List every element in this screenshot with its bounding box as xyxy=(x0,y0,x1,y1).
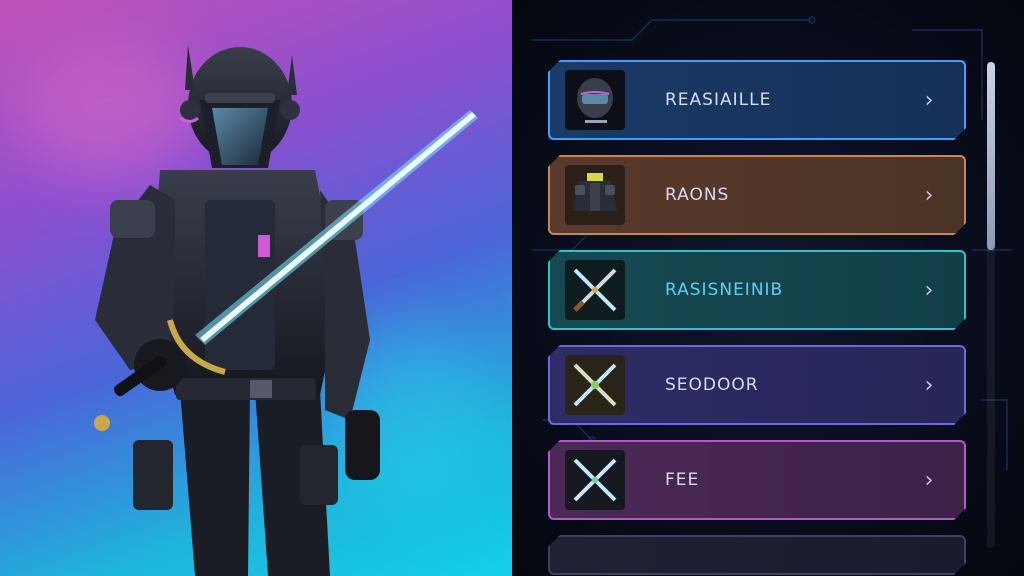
loadout-item-label: SEODOOR xyxy=(665,375,759,395)
loadout-item-label: REASIAILLE xyxy=(665,90,772,110)
loadout-item-label: RAONS xyxy=(665,185,730,205)
chevron-right-icon: › xyxy=(924,467,934,493)
game-loadout-screen: REASIAILLE › RAONS › RASISNEINIB › SEODO… xyxy=(0,0,1024,576)
loadout-item-label: FEE xyxy=(665,470,700,490)
loadout-item-label: RASISNEINIB xyxy=(665,280,784,300)
chevron-right-icon: › xyxy=(924,372,934,398)
crossed-swords-icon xyxy=(565,450,625,510)
armor-icon xyxy=(565,165,625,225)
helmet-icon xyxy=(565,70,625,130)
character-figure xyxy=(94,45,478,576)
loadout-item-armor[interactable]: RAONS › xyxy=(548,155,966,235)
loadout-item-swords[interactable]: FEE › xyxy=(548,440,966,520)
chevron-right-icon: › xyxy=(924,182,934,208)
chevron-right-icon: › xyxy=(924,277,934,303)
loadout-item-swords[interactable]: RASISNEINIB › xyxy=(548,250,966,330)
crossed-swords-icon xyxy=(565,260,625,320)
loadout-item-partial[interactable] xyxy=(548,535,966,575)
character-preview xyxy=(0,0,512,576)
loadout-item-helmet[interactable]: REASIAILLE › xyxy=(548,60,966,140)
loadout-item-swords[interactable]: SEODOOR › xyxy=(548,345,966,425)
scrollbar-thumb[interactable] xyxy=(987,62,995,250)
crossed-swords-icon xyxy=(565,355,625,415)
chevron-right-icon: › xyxy=(924,87,934,113)
